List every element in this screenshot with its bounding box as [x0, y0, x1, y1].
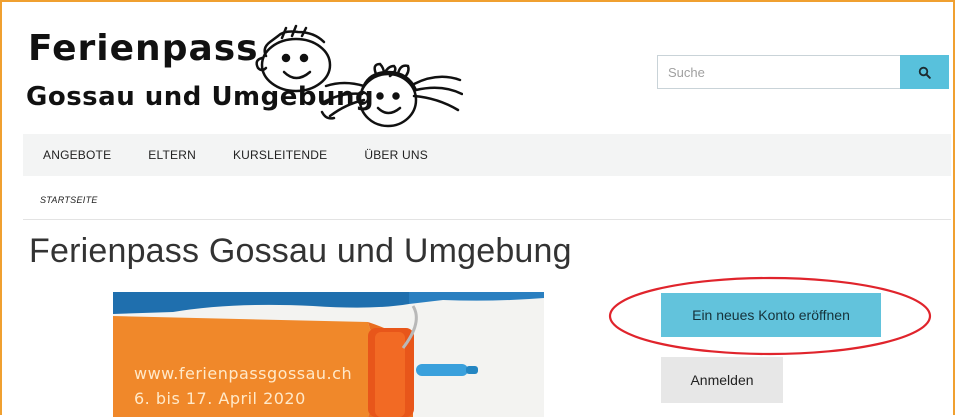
poster-url-text: www.ferienpassgossau.ch	[134, 364, 353, 383]
site-logo[interactable]: Ferienpass Gossau und Umgebung	[26, 24, 466, 128]
page-title: Ferienpass Gossau und Umgebung	[29, 232, 572, 270]
search-button[interactable]	[900, 55, 949, 89]
nav-item-angebote[interactable]: ANGEBOTE	[43, 148, 111, 162]
divider	[23, 219, 951, 220]
logo-title: Ferienpass	[28, 28, 259, 69]
poster-date-text: 6. bis 17. April 2020	[134, 389, 306, 408]
search-icon	[918, 66, 931, 79]
nav-item-ueber-uns[interactable]: ÜBER UNS	[364, 148, 428, 162]
breadcrumb[interactable]: STARTSEITE	[40, 195, 98, 205]
kids-faces-icon	[255, 24, 463, 128]
poster-image: www.ferienpassgossau.ch 6. bis 17. April…	[113, 292, 544, 417]
search-input[interactable]	[657, 55, 900, 89]
login-button[interactable]: Anmelden	[661, 357, 783, 403]
nav-item-eltern[interactable]: ELTERN	[148, 148, 196, 162]
nav-item-kursleitende[interactable]: KURSLEITENDE	[233, 148, 327, 162]
register-button[interactable]: Ein neues Konto eröffnen	[661, 293, 881, 337]
main-nav: ANGEBOTE ELTERN KURSLEITENDE ÜBER UNS	[23, 134, 951, 176]
breadcrumb-current[interactable]: STARTSEITE	[40, 195, 98, 205]
